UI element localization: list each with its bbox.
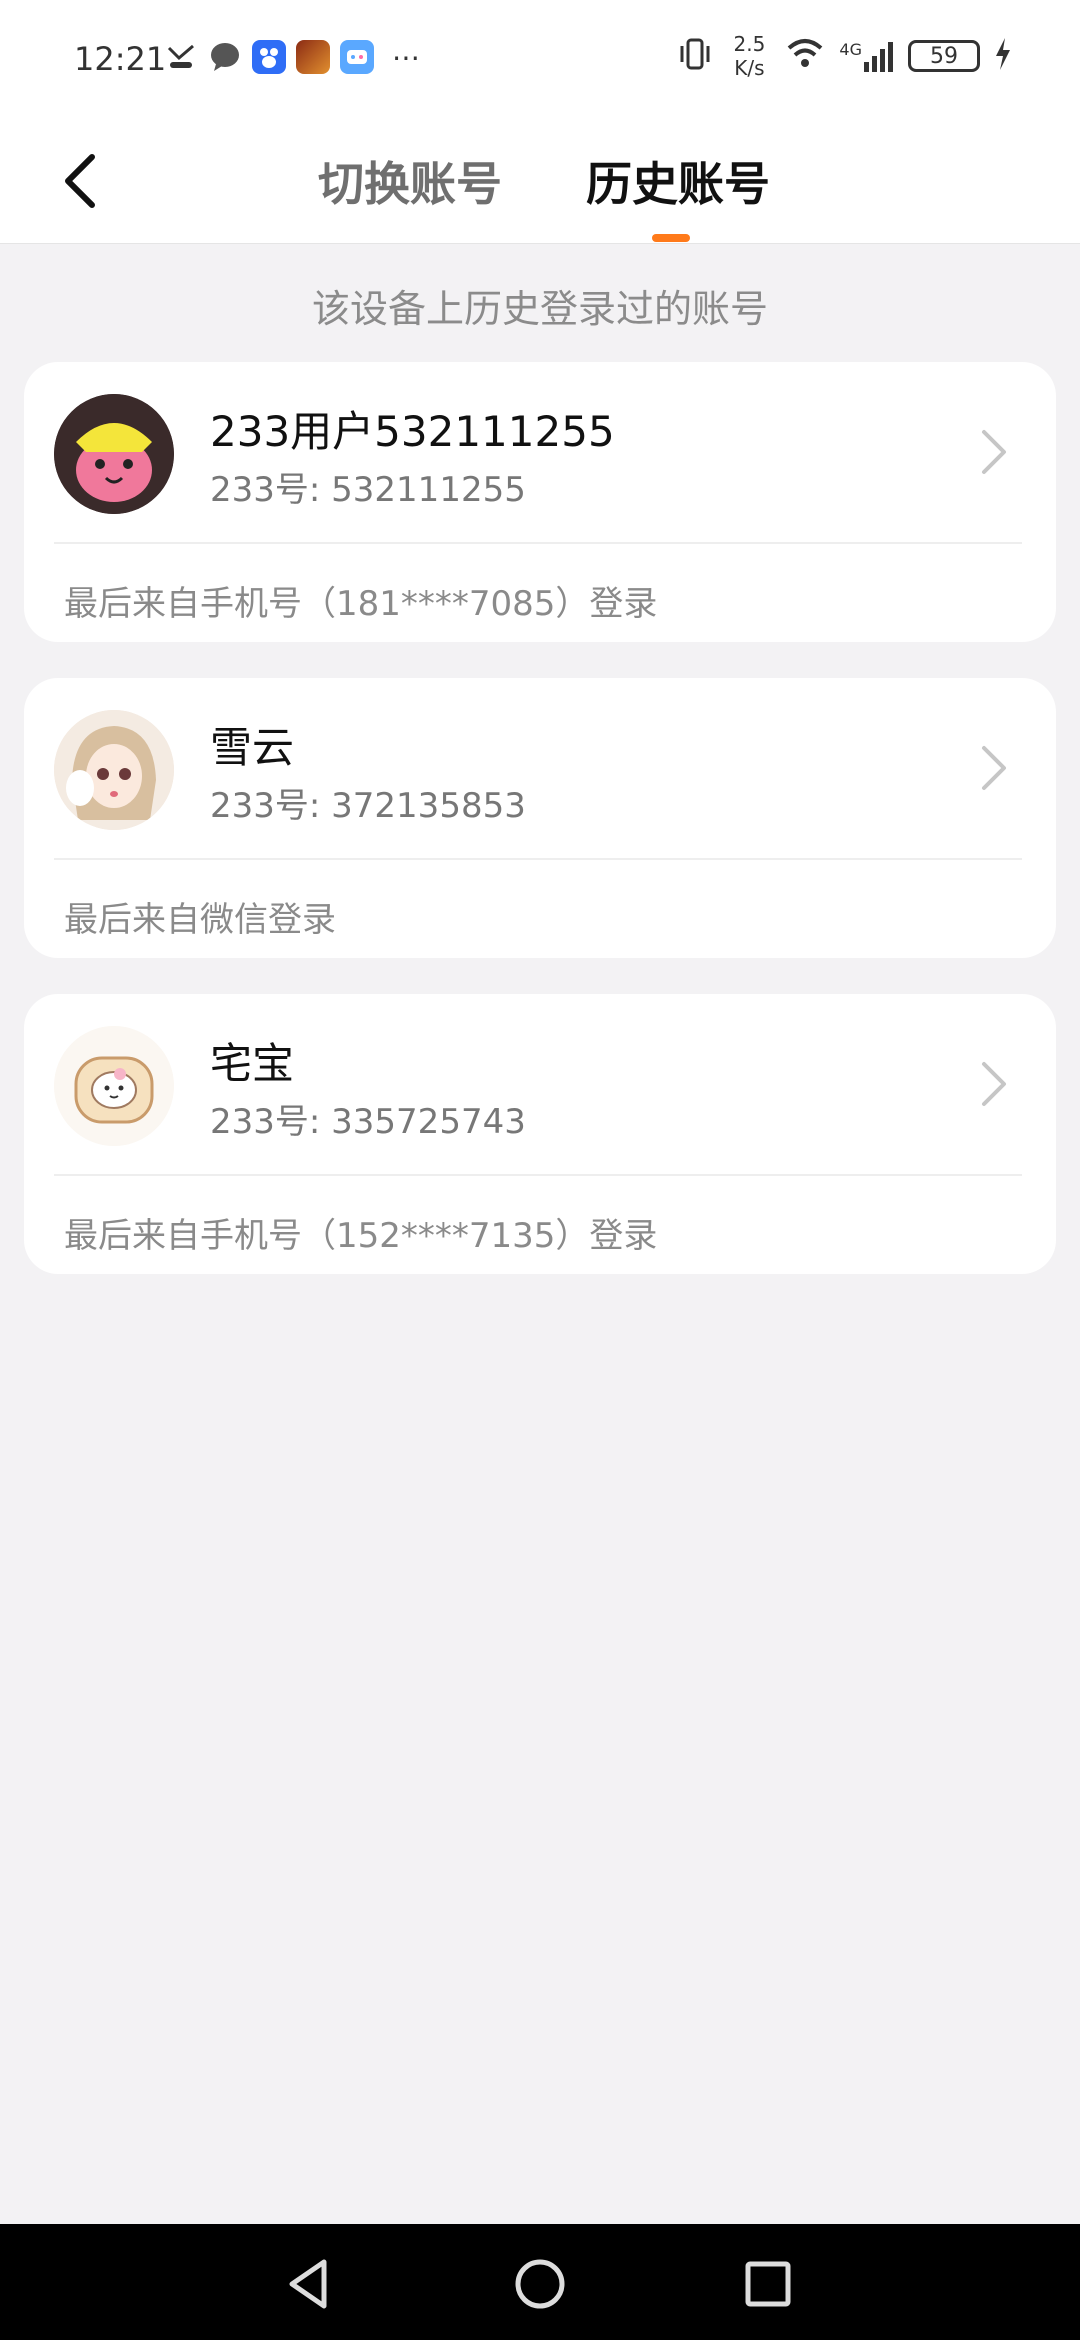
net-speed-value: 2.5 (733, 32, 766, 56)
avatar (54, 1026, 174, 1146)
header: 切换账号 历史账号 (0, 124, 1080, 244)
wifi-icon (785, 36, 825, 76)
chevron-right-icon (982, 1062, 1006, 1106)
system-indicators: 2.5 K/s 4G 59 (677, 32, 1012, 80)
battery-level: 59 (930, 43, 958, 69)
card-divider (54, 858, 1022, 860)
chevron-right-icon (982, 430, 1006, 474)
back-button[interactable] (50, 146, 110, 216)
card-divider (54, 1174, 1022, 1176)
nav-recents-button[interactable] (738, 2254, 798, 2314)
last-login-info: 最后来自手机号（181****7085）登录 (64, 584, 658, 624)
account-name: 宅宝 (210, 1039, 295, 1088)
nav-home-button[interactable] (510, 2254, 570, 2314)
game-app-icon (296, 40, 330, 74)
status-time: 12:21 (74, 40, 167, 78)
avatar (54, 394, 174, 514)
network-type: 4G (839, 40, 862, 59)
notification-icons: ⋯ (164, 40, 420, 74)
account-name: 雪云 (210, 723, 295, 772)
account-card[interactable]: 雪云 233号: 372135853 最后来自微信登录 (24, 678, 1056, 958)
message-icon (208, 40, 242, 74)
system-nav-bar (0, 2224, 1080, 2340)
account-id: 233号: 532111255 (210, 470, 526, 510)
status-bar: 12:21 ⋯ 2.5 K/s 4G 59 (0, 0, 1080, 124)
card-divider (54, 542, 1022, 544)
missed-call-icon (164, 40, 198, 74)
circle-home-icon (515, 2259, 565, 2309)
triangle-back-icon (289, 2259, 327, 2309)
square-recents-icon (745, 2261, 791, 2307)
account-name: 233用户532111255 (210, 407, 615, 456)
tab-switch-account[interactable]: 切换账号 (310, 146, 510, 216)
active-tab-indicator (652, 234, 690, 242)
more-notifications-icon: ⋯ (392, 40, 420, 74)
account-card[interactable]: 宅宝 233号: 335725743 最后来自手机号（152****7135）登… (24, 994, 1056, 1274)
nav-back-button[interactable] (280, 2254, 340, 2314)
account-id: 233号: 372135853 (210, 786, 526, 826)
vibrate-icon (677, 36, 713, 76)
game-center-icon (340, 40, 374, 74)
charging-icon (994, 38, 1012, 74)
section-subtitle: 该设备上历史登录过的账号 (311, 287, 768, 331)
baidu-icon (252, 40, 286, 74)
account-id: 233号: 335725743 (210, 1102, 526, 1142)
last-login-info: 最后来自手机号（152****7135）登录 (64, 1216, 658, 1256)
battery-icon: 59 (908, 40, 980, 72)
tab-history-account[interactable]: 历史账号 (578, 146, 778, 216)
net-speed-unit: K/s (734, 56, 765, 80)
avatar (54, 710, 174, 830)
chevron-left-icon (65, 154, 95, 208)
chevron-right-icon (982, 746, 1006, 790)
cellular-signal-icon: 4G (839, 40, 894, 72)
account-card[interactable]: 233用户532111255 233号: 532111255 最后来自手机号（1… (24, 362, 1056, 642)
last-login-info: 最后来自微信登录 (64, 900, 336, 940)
net-speed: 2.5 K/s (727, 32, 771, 80)
